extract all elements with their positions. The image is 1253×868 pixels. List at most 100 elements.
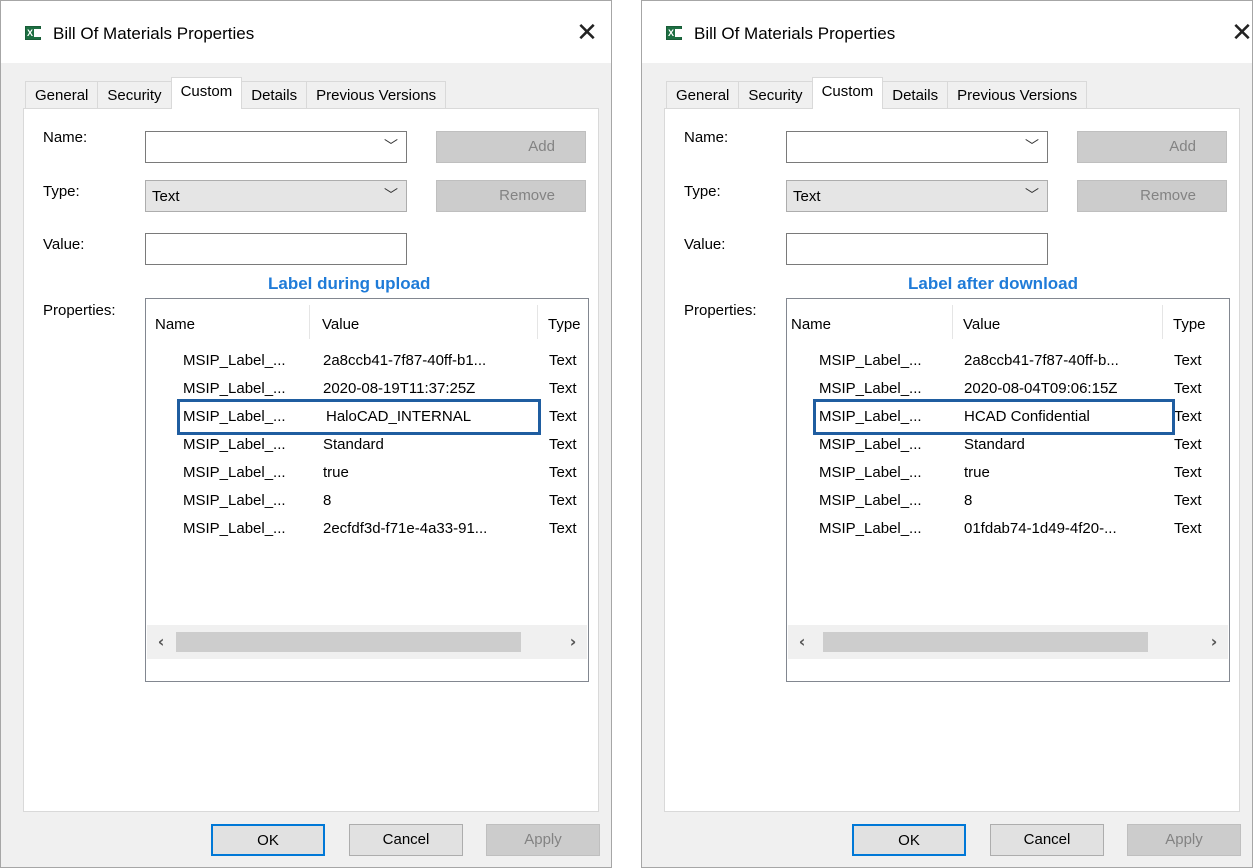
tab-previous-versions[interactable]: Previous Versions (947, 81, 1088, 109)
row-type: Text (1174, 464, 1202, 481)
add-button[interactable]: Add (1077, 131, 1227, 163)
name-combobox[interactable]: ﹀ (786, 131, 1048, 163)
tab-details[interactable]: Details (241, 81, 308, 109)
row-value: true (323, 464, 349, 481)
remove-button[interactable]: Remove (1077, 180, 1227, 212)
cancel-button[interactable]: Cancel (990, 824, 1104, 856)
row-value: 2a8ccb41-7f87-40ff-b... (964, 352, 1119, 369)
chevron-down-icon: ﹀ (1025, 138, 1039, 154)
column-header-value[interactable]: Value (963, 315, 1000, 335)
scroll-right-icon[interactable]: › (1204, 632, 1224, 652)
chevron-down-icon: ﹀ (1025, 187, 1039, 203)
tab-security[interactable]: Security (738, 81, 813, 109)
row-type: Text (1174, 352, 1202, 369)
cancel-button[interactable]: Cancel (349, 824, 463, 856)
row-name: MSIP_Label_... (819, 492, 922, 509)
properties-list[interactable]: Name Value Type MSIP_Label_... 2a8ccb41-… (786, 298, 1230, 682)
tab-custom[interactable]: Custom (170, 77, 243, 109)
table-row[interactable]: MSIP_Label_... 01fdab74-1d49-4f20-... Te… (787, 515, 1229, 543)
tab-bar: General Security Custom Details Previous… (666, 77, 1088, 109)
row-name: MSIP_Label_... (819, 380, 922, 397)
table-row[interactable]: MSIP_Label_... 2ecfdf3d-f71e-4a33-91... … (146, 515, 588, 543)
row-name: MSIP_Label_... (819, 464, 922, 481)
highlight-box (177, 399, 541, 435)
table-row[interactable]: MSIP_Label_... 8 Text (146, 487, 588, 515)
row-value: 2ecfdf3d-f71e-4a33-91... (323, 520, 488, 537)
row-name: MSIP_Label_... (183, 492, 286, 509)
properties-list[interactable]: Name Value Type MSIP_Label_... 2a8ccb41-… (145, 298, 589, 682)
custom-tab-panel: Name: ﹀ Add Type: Text ﹀ Remove Value: L… (664, 108, 1240, 812)
excel-file-icon: X (25, 26, 42, 40)
chevron-down-icon: ﹀ (384, 138, 398, 154)
title-bar[interactable]: X Bill Of Materials Properties ✕ (642, 1, 1253, 63)
tab-details[interactable]: Details (882, 81, 949, 109)
scrollbar-thumb[interactable] (176, 632, 521, 652)
type-value: Text (152, 188, 180, 205)
properties-dialog-left: X Bill Of Materials Properties ✕ General… (0, 0, 612, 868)
scrollbar-thumb[interactable] (823, 632, 1148, 652)
row-name: MSIP_Label_... (183, 520, 286, 537)
close-button[interactable]: ✕ (1226, 15, 1253, 51)
ok-button[interactable]: OK (852, 824, 966, 856)
dialog-title: Bill Of Materials Properties (53, 24, 255, 43)
scroll-left-icon[interactable]: ‹ (151, 632, 171, 652)
chevron-down-icon: ﹀ (384, 187, 398, 203)
row-type: Text (549, 408, 577, 425)
value-input[interactable] (786, 233, 1048, 265)
row-value: 8 (964, 492, 973, 509)
add-button[interactable]: Add (436, 131, 586, 163)
type-value: Text (793, 188, 821, 205)
row-value: Standard (964, 436, 1025, 453)
column-divider[interactable] (309, 305, 310, 339)
tab-custom[interactable]: Custom (811, 77, 884, 109)
row-type: Text (549, 492, 577, 509)
row-type: Text (549, 436, 577, 453)
type-combobox[interactable]: Text ﹀ (786, 180, 1048, 212)
apply-button[interactable]: Apply (1127, 824, 1241, 856)
tab-general[interactable]: General (666, 81, 740, 109)
value-label: Value: (684, 236, 726, 253)
column-header-type[interactable]: Type (548, 315, 581, 335)
remove-button[interactable]: Remove (436, 180, 586, 212)
row-name: MSIP_Label_... (819, 436, 922, 453)
column-header-type[interactable]: Type (1173, 315, 1206, 335)
title-bar[interactable]: X Bill Of Materials Properties ✕ (1, 1, 611, 63)
row-type: Text (1174, 520, 1202, 537)
horizontal-scrollbar[interactable]: ‹ › (147, 625, 587, 659)
row-name: MSIP_Label_... (819, 520, 922, 537)
table-row[interactable]: MSIP_Label_... Standard Text (787, 431, 1229, 459)
table-row[interactable]: MSIP_Label_... Standard Text (146, 431, 588, 459)
value-input[interactable] (145, 233, 407, 265)
type-label: Type: (684, 183, 721, 200)
type-label: Type: (43, 183, 80, 200)
row-value: true (964, 464, 990, 481)
scroll-left-icon[interactable]: ‹ (792, 632, 812, 652)
column-divider[interactable] (1162, 305, 1163, 339)
table-row[interactable]: MSIP_Label_... 2a8ccb41-7f87-40ff-b1... … (146, 347, 588, 375)
column-header-name[interactable]: Name (155, 315, 195, 335)
column-header-name[interactable]: Name (791, 315, 831, 335)
table-row[interactable]: MSIP_Label_... true Text (787, 459, 1229, 487)
row-name: MSIP_Label_... (819, 352, 922, 369)
table-row[interactable]: MSIP_Label_... 8 Text (787, 487, 1229, 515)
table-row[interactable]: MSIP_Label_... true Text (146, 459, 588, 487)
tab-previous-versions[interactable]: Previous Versions (306, 81, 447, 109)
ok-button[interactable]: OK (211, 824, 325, 856)
column-header-value[interactable]: Value (322, 315, 359, 335)
row-type: Text (549, 380, 577, 397)
scroll-right-icon[interactable]: › (563, 632, 583, 652)
horizontal-scrollbar[interactable]: ‹ › (788, 625, 1228, 659)
name-combobox[interactable]: ﹀ (145, 131, 407, 163)
tab-security[interactable]: Security (97, 81, 172, 109)
custom-tab-panel: Name: ﹀ Add Type: Text ﹀ Remove Value: L… (23, 108, 599, 812)
table-row[interactable]: MSIP_Label_... 2a8ccb41-7f87-40ff-b... T… (787, 347, 1229, 375)
properties-label: Properties: (43, 302, 116, 319)
column-divider[interactable] (952, 305, 953, 339)
type-combobox[interactable]: Text ﹀ (145, 180, 407, 212)
column-divider[interactable] (537, 305, 538, 339)
tab-general[interactable]: General (25, 81, 99, 109)
row-type: Text (1174, 380, 1202, 397)
value-label: Value: (43, 236, 85, 253)
apply-button[interactable]: Apply (486, 824, 600, 856)
close-button[interactable]: ✕ (571, 15, 603, 51)
